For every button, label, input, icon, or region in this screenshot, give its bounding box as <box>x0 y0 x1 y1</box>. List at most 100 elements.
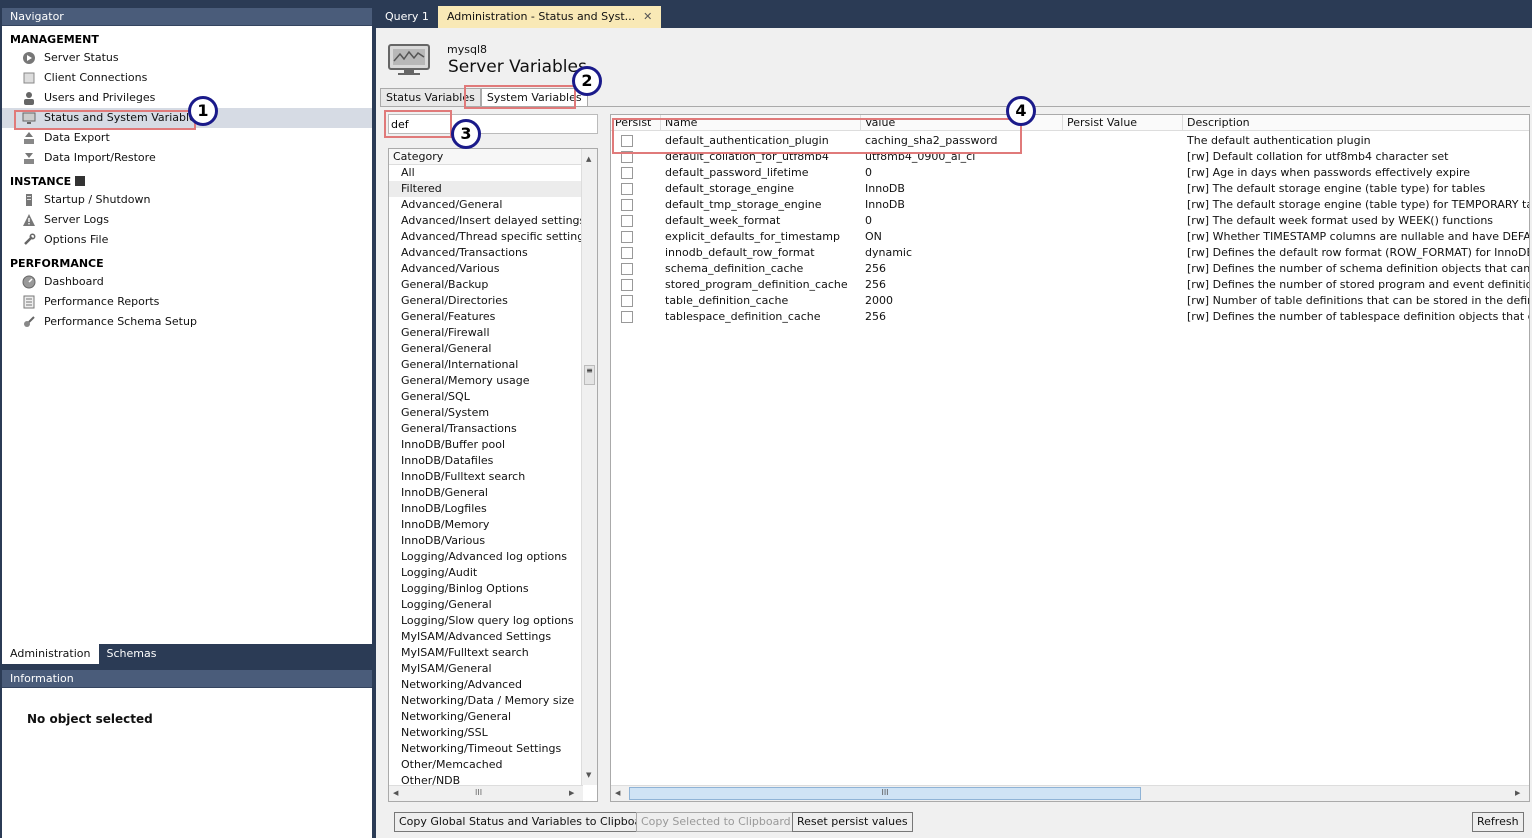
variable-value[interactable]: 256 <box>865 261 1061 277</box>
category-item[interactable]: General/Transactions <box>389 421 597 437</box>
category-item[interactable]: MyISAM/Advanced Settings <box>389 629 597 645</box>
nav-item-dashboard[interactable]: Dashboard <box>2 272 372 292</box>
persist-value[interactable] <box>1067 197 1181 213</box>
category-item[interactable]: Advanced/General <box>389 197 597 213</box>
category-item[interactable]: InnoDB/Fulltext search <box>389 469 597 485</box>
close-icon[interactable]: ✕ <box>643 6 652 28</box>
persist-value[interactable] <box>1067 181 1181 197</box>
persist-value[interactable] <box>1067 309 1181 325</box>
category-item[interactable]: General/Backup <box>389 277 597 293</box>
persist-checkbox[interactable] <box>621 279 633 291</box>
scroll-thumb[interactable]: III <box>629 787 1141 800</box>
tab-administration[interactable]: Administration <box>2 644 99 664</box>
persist-value[interactable] <box>1067 133 1181 149</box>
category-item[interactable]: InnoDB/Datafiles <box>389 453 597 469</box>
persist-value[interactable] <box>1067 293 1181 309</box>
persist-value[interactable] <box>1067 229 1181 245</box>
category-item[interactable]: Networking/General <box>389 709 597 725</box>
variable-value[interactable]: 256 <box>865 309 1061 325</box>
category-item[interactable]: General/Firewall <box>389 325 597 341</box>
nav-item-options-file[interactable]: Options File <box>2 230 372 250</box>
table-row[interactable]: tablespace_definition_cache 256 [rw] Defin… <box>611 309 1529 325</box>
category-item[interactable]: General/Directories <box>389 293 597 309</box>
table-row[interactable]: table_definition_cache 2000 [rw] Number of… <box>611 293 1529 309</box>
category-item[interactable]: Advanced/Thread specific settings <box>389 229 597 245</box>
category-item[interactable]: Logging/Audit <box>389 565 597 581</box>
persist-value[interactable] <box>1067 149 1181 165</box>
category-item[interactable]: Networking/SSL <box>389 725 597 741</box>
table-row[interactable]: default_password_lifetime 0 [rw] Age in da… <box>611 165 1529 181</box>
category-item[interactable]: Logging/Binlog Options <box>389 581 597 597</box>
column-description[interactable]: Description <box>1183 115 1529 131</box>
copy-selected-button[interactable]: Copy Selected to Clipboard <box>636 812 796 832</box>
category-horizontal-scrollbar[interactable]: ◀ III ▶ <box>389 785 583 801</box>
scroll-up-arrow-icon[interactable]: ▲ <box>586 155 591 163</box>
variable-value[interactable]: 256 <box>865 277 1061 293</box>
category-item[interactable]: Advanced/Insert delayed settings <box>389 213 597 229</box>
variable-value[interactable]: ON <box>865 229 1061 245</box>
category-item[interactable]: Filtered <box>389 181 597 197</box>
category-item[interactable]: Other/Memcached <box>389 757 597 773</box>
variable-value[interactable]: InnoDB <box>865 181 1061 197</box>
category-item[interactable]: General/System <box>389 405 597 421</box>
tab-schemas[interactable]: Schemas <box>99 644 165 664</box>
scroll-grip-icon[interactable]: III <box>475 788 482 797</box>
persist-checkbox[interactable] <box>621 183 633 195</box>
category-item[interactable]: InnoDB/Various <box>389 533 597 549</box>
category-item[interactable]: Networking/Data / Memory size <box>389 693 597 709</box>
persist-checkbox[interactable] <box>621 311 633 323</box>
category-item[interactable]: General/SQL <box>389 389 597 405</box>
category-item[interactable]: InnoDB/Memory <box>389 517 597 533</box>
persist-value[interactable] <box>1067 165 1181 181</box>
category-item[interactable]: Advanced/Various <box>389 261 597 277</box>
column-persist-value[interactable]: Persist Value <box>1063 115 1183 131</box>
table-row[interactable]: innodb_default_row_format dynamic [rw] Def… <box>611 245 1529 261</box>
persist-checkbox[interactable] <box>621 263 633 275</box>
grid-horizontal-scrollbar[interactable]: ◀ III ▶ <box>611 785 1529 801</box>
category-vertical-scrollbar[interactable]: ▲ ≡ ▼ <box>581 149 597 785</box>
refresh-button[interactable]: Refresh <box>1472 812 1524 832</box>
table-row[interactable]: default_tmp_storage_engine InnoDB [rw] The… <box>611 197 1529 213</box>
nav-item-server-logs[interactable]: Server Logs <box>2 210 372 230</box>
category-item[interactable]: All <box>389 165 597 181</box>
scroll-right-arrow-icon[interactable]: ▶ <box>1515 789 1520 797</box>
category-item[interactable]: InnoDB/General <box>389 485 597 501</box>
tab-query-1[interactable]: Query 1 <box>376 6 438 28</box>
persist-checkbox[interactable] <box>621 231 633 243</box>
persist-checkbox[interactable] <box>621 295 633 307</box>
scroll-left-arrow-icon[interactable]: ◀ <box>393 789 398 797</box>
persist-checkbox[interactable] <box>621 215 633 227</box>
category-item[interactable]: MyISAM/Fulltext search <box>389 645 597 661</box>
variable-value[interactable]: 0 <box>865 165 1061 181</box>
persist-value[interactable] <box>1067 213 1181 229</box>
persist-checkbox[interactable] <box>621 167 633 179</box>
scroll-down-arrow-icon[interactable]: ▼ <box>586 771 591 779</box>
scroll-right-arrow-icon[interactable]: ▶ <box>569 789 574 797</box>
variable-value[interactable]: 0 <box>865 213 1061 229</box>
scroll-left-arrow-icon[interactable]: ◀ <box>615 789 620 797</box>
nav-item-users-and-privileges[interactable]: Users and Privileges <box>2 88 372 108</box>
persist-checkbox[interactable] <box>621 247 633 259</box>
category-item[interactable]: Advanced/Transactions <box>389 245 597 261</box>
table-row[interactable]: stored_program_definition_cache 256 [rw] D… <box>611 277 1529 293</box>
nav-item-data-export[interactable]: Data Export <box>2 128 372 148</box>
persist-value[interactable] <box>1067 277 1181 293</box>
category-item[interactable]: MyISAM/General <box>389 661 597 677</box>
category-item[interactable]: General/Features <box>389 309 597 325</box>
scroll-thumb[interactable]: ≡ <box>584 365 595 385</box>
category-item[interactable]: Logging/Advanced log options <box>389 549 597 565</box>
nav-item-performance-reports[interactable]: Performance Reports <box>2 292 372 312</box>
nav-item-performance-schema-setup[interactable]: Performance Schema Setup <box>2 312 372 332</box>
table-row[interactable]: default_storage_engine InnoDB [rw] The def… <box>611 181 1529 197</box>
category-item[interactable]: Logging/Slow query log options <box>389 613 597 629</box>
variable-value[interactable]: 2000 <box>865 293 1061 309</box>
table-row[interactable]: schema_definition_cache 256 [rw] Defines t… <box>611 261 1529 277</box>
category-item[interactable]: InnoDB/Logfiles <box>389 501 597 517</box>
category-item[interactable]: General/International <box>389 357 597 373</box>
category-item[interactable]: General/General <box>389 341 597 357</box>
nav-item-client-connections[interactable]: Client Connections <box>2 68 372 88</box>
table-row[interactable]: default_week_format 0 [rw] The default wee… <box>611 213 1529 229</box>
persist-value[interactable] <box>1067 261 1181 277</box>
table-row[interactable]: explicit_defaults_for_timestamp ON [rw] Wh… <box>611 229 1529 245</box>
persist-checkbox[interactable] <box>621 199 633 211</box>
